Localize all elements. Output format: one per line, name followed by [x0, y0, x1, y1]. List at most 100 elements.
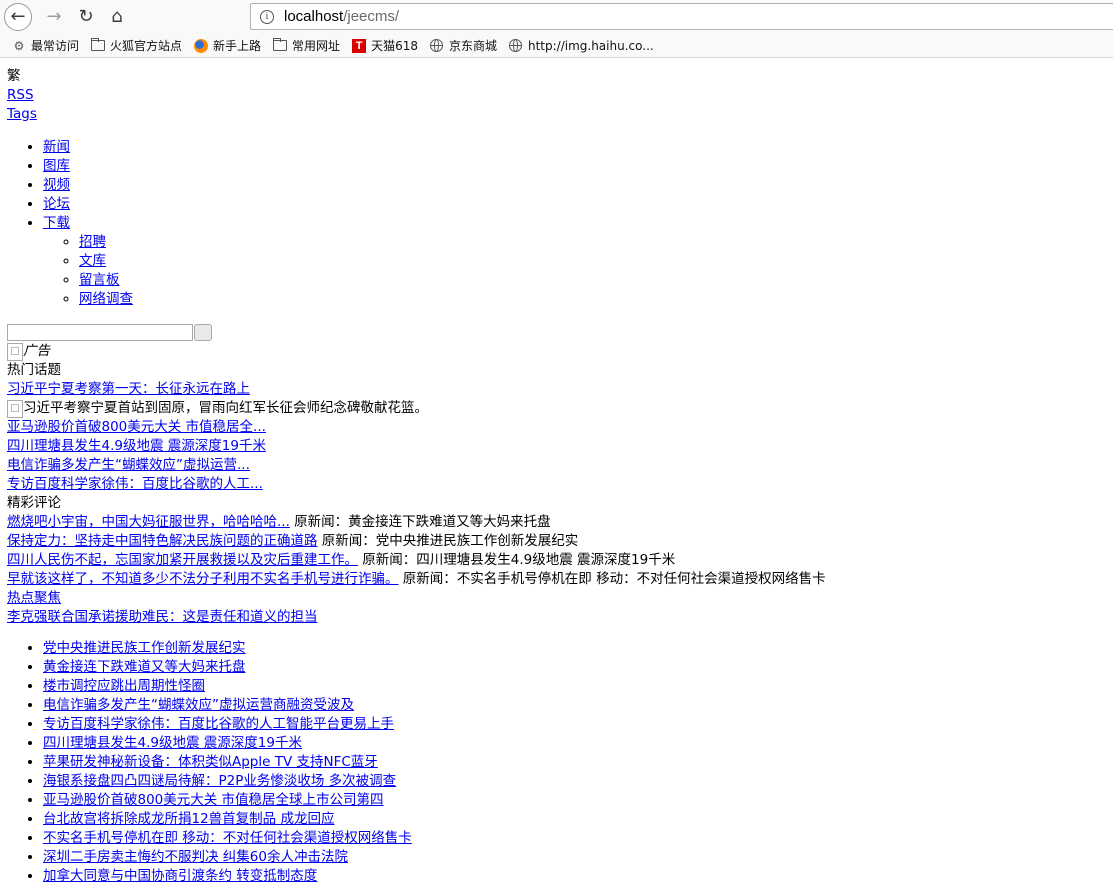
search-button[interactable]: [194, 324, 212, 341]
list-item: 电信诈骗多发产生“蝴蝶效应”虚拟运营商融资受波及: [43, 696, 1113, 715]
list-item: 亚马逊股价首破800美元大关 市值稳居全球上市公司第四: [43, 791, 1113, 810]
bookmark-label: 天猫618: [371, 39, 418, 53]
nav-item: 新闻: [43, 138, 1113, 157]
bookmark-label: 火狐官方站点: [110, 39, 183, 53]
globe-icon: [430, 39, 444, 52]
ad-label: 广告: [23, 343, 50, 359]
bookmark-label: 京东商城: [448, 39, 497, 53]
tags-link[interactable]: Tags: [7, 105, 1113, 124]
news-link[interactable]: 楼市调控应跳出周期性怪圈: [43, 678, 205, 694]
nav-link-survey[interactable]: 网络调查: [79, 291, 133, 307]
news-link[interactable]: 加拿大同意与中国协商引渡条约 转变抵制态度: [43, 868, 317, 884]
bookmark-haihu[interactable]: http://img.haihu.co...: [509, 39, 654, 53]
comment-source: 原新闻：黄金接连下跌难道又等大妈来托盘: [289, 514, 551, 530]
info-icon[interactable]: i: [260, 9, 274, 24]
comment-item: 早就该这样了，不知道多少不法分子利用不实名手机号进行诈骗。 原新闻：不实名手机号…: [7, 570, 1113, 589]
hot-topic-headline[interactable]: 习近平宁夏考察第一天：长征永远在路上: [7, 380, 1113, 399]
comment-link[interactable]: 燃烧吧小宇宙，中国大妈征服世界，哈哈哈哈...: [7, 514, 290, 530]
nav-link-download[interactable]: 下载: [43, 215, 70, 231]
news-link[interactable]: 黄金接连下跌难道又等大妈来托盘: [43, 659, 246, 675]
nav-link-gallery[interactable]: 图库: [43, 158, 70, 174]
list-item: 专访百度科学家徐伟：百度比谷歌的人工智能平台更易上手: [43, 715, 1113, 734]
forward-button[interactable]: →: [40, 3, 68, 31]
hot-topics-title: 热门话题: [7, 362, 61, 378]
news-link[interactable]: 电信诈骗多发产生“蝴蝶效应”虚拟运营商融资受波及: [43, 697, 354, 713]
bookmark-label: http://img.haihu.co...: [527, 38, 654, 53]
hot-topic-link[interactable]: 四川理塘县发生4.9级地震 震源深度19千米: [7, 437, 1113, 456]
nav-item: 下载 招聘 文库 留言板 网络调查: [43, 214, 1113, 309]
bookmark-getting-started[interactable]: 新手上路: [194, 37, 261, 54]
hot-topic-link[interactable]: 亚马逊股价首破800美元大关 市值稳居全...: [7, 418, 1113, 437]
bookmarks-bar: ⚙ 最常访问 火狐官方站点 新手上路 常用网址 T 天猫618 京东商城 htt…: [0, 34, 1113, 58]
hot-topic-caption: 习近平考察宁夏首站到固原，冒雨向红军长征会师纪念碑敬献花篮。: [23, 400, 428, 416]
sub-nav-item: 网络调查: [79, 290, 1113, 309]
comment-source: 原新闻：党中央推进民族工作创新发展纪实: [317, 533, 579, 549]
list-item: 党中央推进民族工作创新发展纪实: [43, 639, 1113, 658]
nav-link-guestbook[interactable]: 留言板: [79, 272, 120, 288]
url-path: /jeecms/: [343, 8, 400, 25]
news-link[interactable]: 四川理塘县发生4.9级地震 震源深度19千米: [43, 735, 302, 751]
list-item: 四川理塘县发生4.9级地震 震源深度19千米: [43, 734, 1113, 753]
nav-link-video[interactable]: 视频: [43, 177, 70, 193]
sub-nav-item: 留言板: [79, 271, 1113, 290]
comment-item: 四川人民伤不起，忘国家加紧开展救援以及灾后重建工作。 原新闻：四川理塘县发生4.…: [7, 551, 1113, 570]
comment-source: 原新闻：四川理塘县发生4.9级地震 震源深度19千米: [358, 552, 676, 568]
bookmark-label: 常用网址: [292, 39, 341, 53]
url-bar[interactable]: i localhost/jeecms/: [250, 3, 1113, 30]
bookmark-firefox-sites[interactable]: 火狐官方站点: [91, 37, 182, 54]
browser-toolbar: ← → ↻ ⌂ i localhost/jeecms/: [0, 0, 1113, 34]
bookmark-common-sites[interactable]: 常用网址: [273, 37, 340, 54]
news-link[interactable]: 党中央推进民族工作创新发展纪实: [43, 640, 246, 656]
comment-item: 保持定力：坚持走中国特色解决民族问题的正确道路 原新闻：党中央推进民族工作创新发…: [7, 532, 1113, 551]
nav-link-news[interactable]: 新闻: [43, 139, 70, 155]
news-link[interactable]: 亚马逊股价首破800美元大关 市值稳居全球上市公司第四: [43, 792, 384, 808]
nav-item: 论坛: [43, 195, 1113, 214]
bookmark-jd[interactable]: 京东商城: [430, 37, 497, 54]
tmall-icon: T: [352, 38, 367, 53]
page-content: 繁 RSS Tags 新闻 图库 视频 论坛 下载 招聘 文库 留言板 网络调查…: [0, 59, 1113, 895]
url-host: localhost: [284, 8, 344, 25]
url-text[interactable]: localhost/jeecms/: [284, 8, 399, 25]
list-item: 海银系接盘四凸四谜局待解：P2P业务惨淡收场 多次被调查: [43, 772, 1113, 791]
traditional-chinese-toggle[interactable]: 繁: [7, 67, 1113, 86]
nav-link-library[interactable]: 文库: [79, 253, 106, 269]
broken-image-icon[interactable]: [7, 343, 23, 361]
sub-nav-item: 招聘: [79, 233, 1113, 252]
rss-link[interactable]: RSS: [7, 86, 1113, 105]
bookmark-tmall[interactable]: T 天猫618: [352, 37, 418, 54]
home-button[interactable]: ⌂: [103, 3, 131, 31]
globe-icon: [509, 39, 523, 52]
comment-link[interactable]: 四川人民伤不起，忘国家加紧开展救援以及灾后重建工作。: [7, 552, 358, 568]
hot-topic-caption-row: 习近平考察宁夏首站到固原，冒雨向红军长征会师纪念碑敬献花篮。: [7, 399, 1113, 418]
bookmark-most-visited[interactable]: ⚙ 最常访问: [12, 37, 79, 54]
news-link[interactable]: 海银系接盘四凸四谜局待解：P2P业务惨淡收场 多次被调查: [43, 773, 396, 789]
bookmark-label: 新手上路: [213, 39, 262, 53]
news-link[interactable]: 深圳二手房卖主悔约不服判决 纠集60余人冲击法院: [43, 849, 348, 865]
sub-nav-item: 文库: [79, 252, 1113, 271]
search-input[interactable]: [7, 324, 193, 341]
focus-headline-link[interactable]: 李克强联合国承诺援助难民：这是责任和道义的担当: [7, 608, 1113, 627]
hot-topic-link[interactable]: 专访百度科学家徐伟：百度比谷歌的人工...: [7, 475, 1113, 494]
hot-topic-link[interactable]: 电信诈骗多发产生“蝴蝶效应”虚拟运营...: [7, 456, 1113, 475]
broken-image-icon[interactable]: [7, 400, 23, 418]
comment-item: 燃烧吧小宇宙，中国大妈征服世界，哈哈哈哈... 原新闻：黄金接连下跌难道又等大妈…: [7, 513, 1113, 532]
news-link[interactable]: 不实名手机号停机在即 移动：不对任何社会渠道授权网络售卡: [43, 830, 412, 846]
reload-icon: ↻: [78, 6, 94, 27]
list-item: 黄金接连下跌难道又等大妈来托盘: [43, 658, 1113, 677]
focus-title-link[interactable]: 热点聚焦: [7, 589, 1113, 608]
comment-link[interactable]: 早就该这样了，不知道多少不法分子利用不实名手机号进行诈骗。: [7, 571, 399, 587]
main-nav: 新闻 图库 视频 论坛 下载 招聘 文库 留言板 网络调查: [7, 138, 1113, 309]
comment-link[interactable]: 保持定力：坚持走中国特色解决民族问题的正确道路: [7, 533, 318, 549]
nav-link-forum[interactable]: 论坛: [43, 196, 70, 212]
bookmark-label: 最常访问: [31, 39, 80, 53]
news-link[interactable]: 苹果研发神秘新设备：体积类似Apple TV 支持NFC蓝牙: [43, 754, 378, 770]
folder-icon: [273, 38, 288, 51]
nav-link-jobs[interactable]: 招聘: [79, 234, 106, 250]
news-link[interactable]: 台北故宫将拆除成龙所捐12兽首复制品 成龙回应: [43, 811, 334, 827]
list-item: 不实名手机号停机在即 移动：不对任何社会渠道授权网络售卡: [43, 829, 1113, 848]
reload-button[interactable]: ↻: [72, 3, 100, 31]
back-button[interactable]: ←: [4, 3, 32, 31]
comment-source: 原新闻：不实名手机号停机在即 移动：不对任何社会渠道授权网络售卡: [398, 571, 826, 587]
news-link[interactable]: 专访百度科学家徐伟：百度比谷歌的人工智能平台更易上手: [43, 716, 394, 732]
home-icon: ⌂: [111, 6, 123, 27]
